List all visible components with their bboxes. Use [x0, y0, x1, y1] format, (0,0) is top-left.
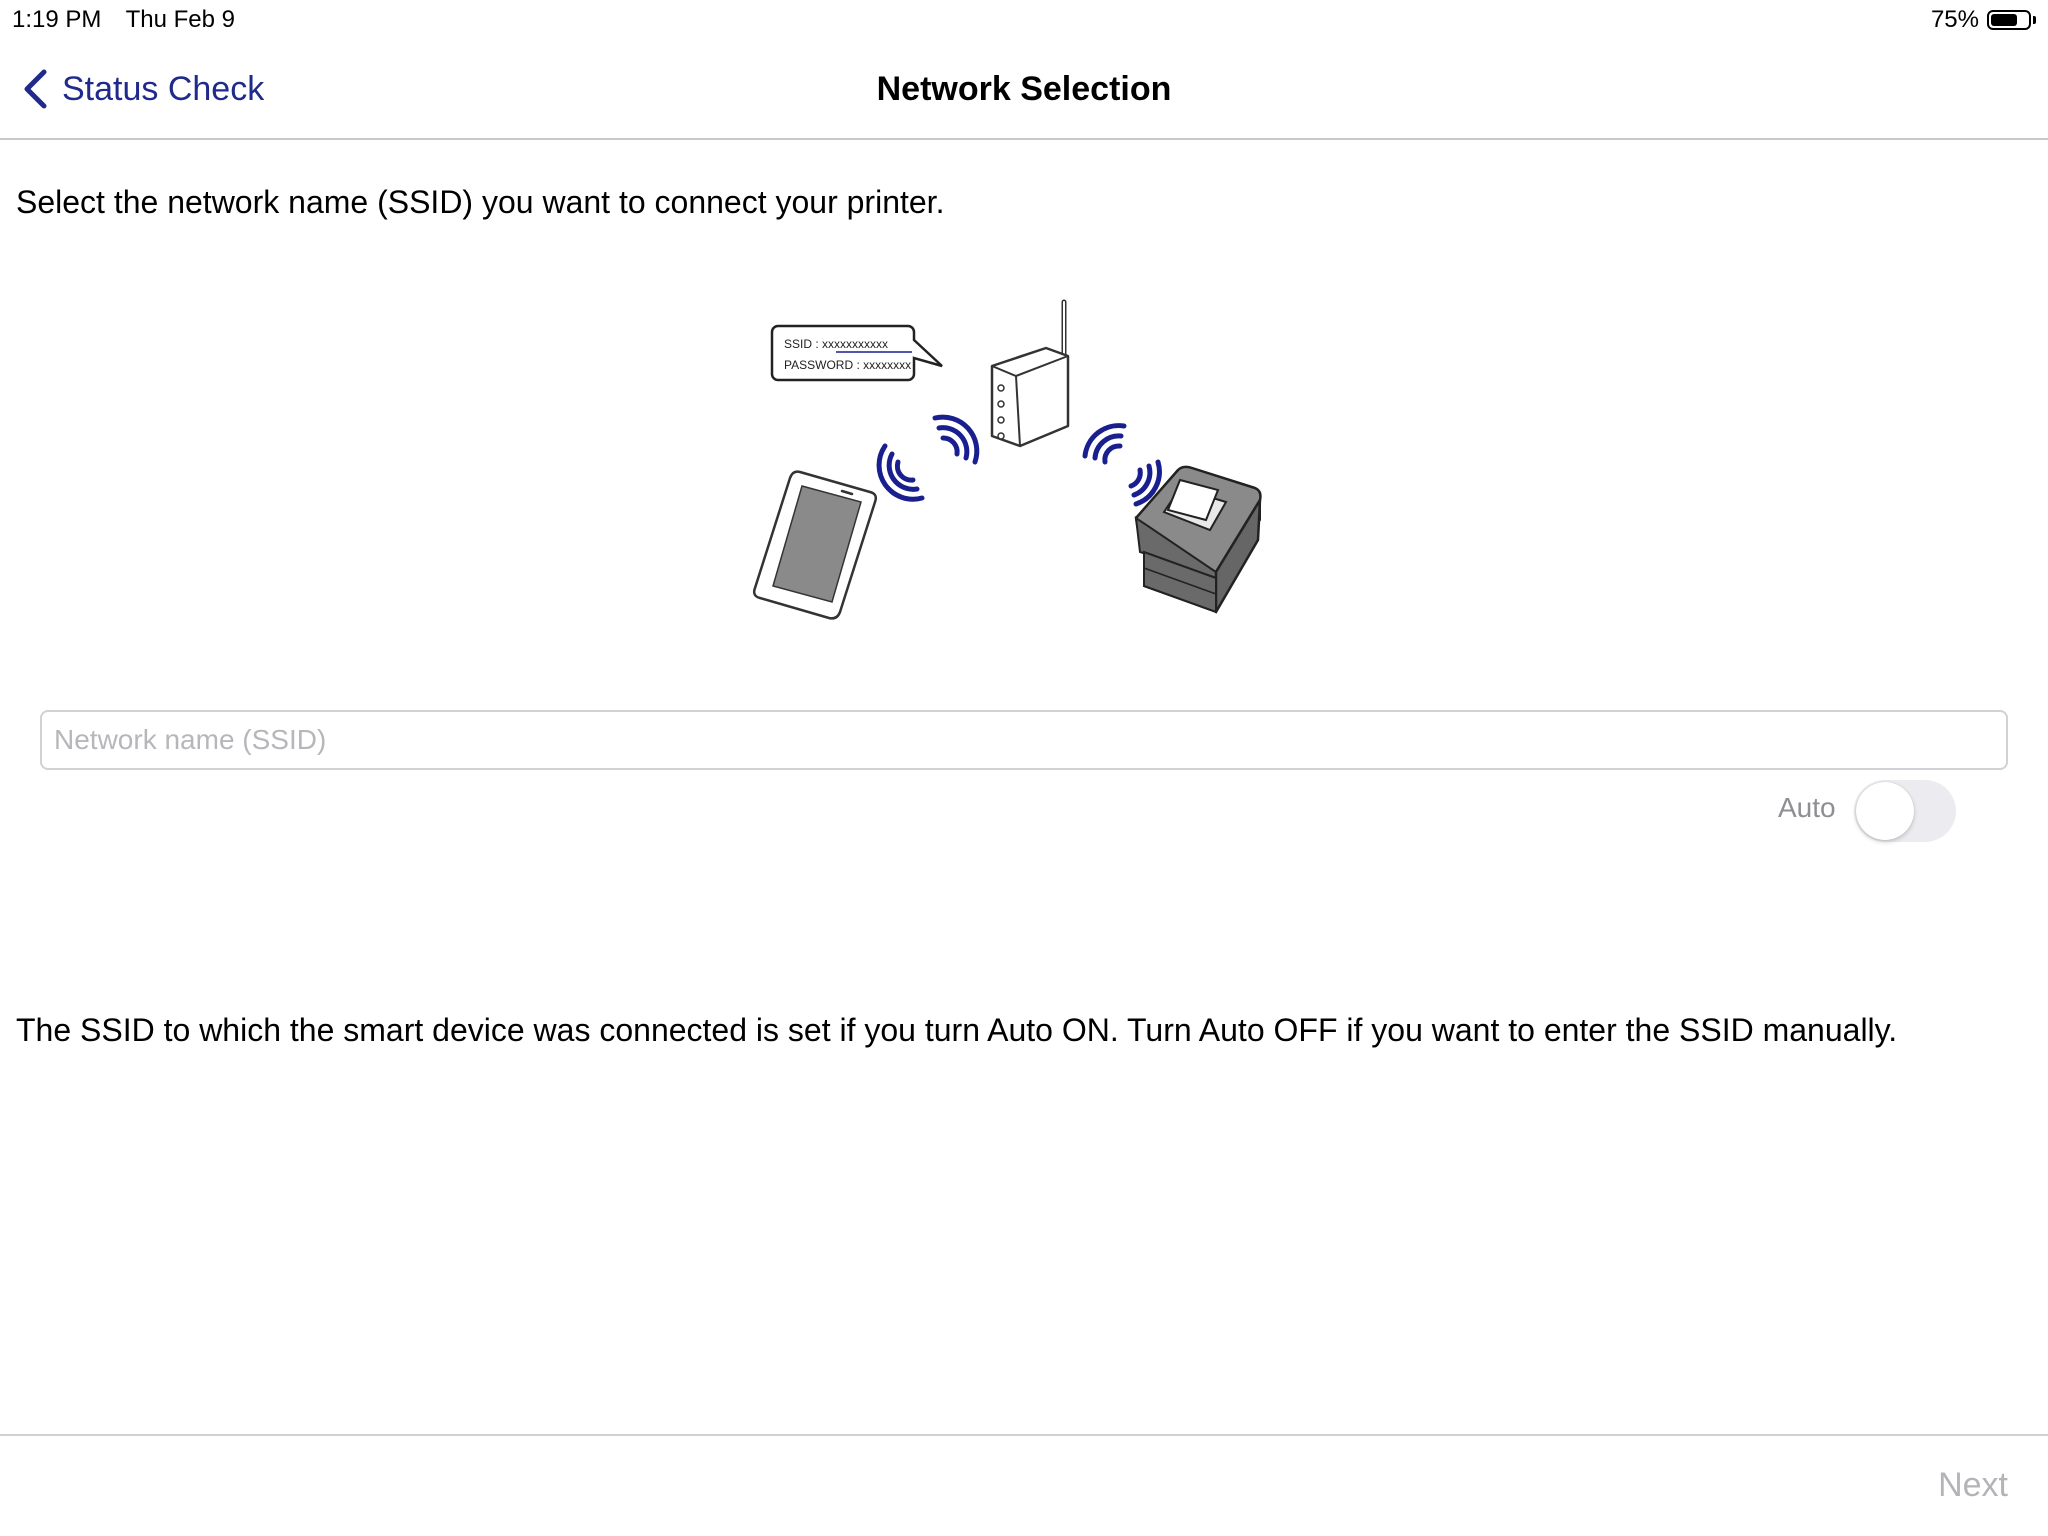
- status-time-date: 1:19 PM Thu Feb 9: [12, 6, 253, 34]
- battery-percent: 75%: [1930, 6, 1979, 33]
- navigation-bar: Status Check Network Selection: [0, 40, 2048, 140]
- router-icon: [990, 299, 1070, 448]
- wifi-signal-icon: [1082, 423, 1127, 465]
- wifi-signal-icon: [932, 414, 980, 465]
- page-title: Network Selection: [876, 70, 1172, 108]
- status-date: Thu Feb 9: [125, 6, 236, 33]
- tablet-icon: [752, 470, 878, 620]
- auto-toggle-knob: [1856, 782, 1914, 840]
- credentials-bubble: SSID : xxxxxxxxxxx PASSWORD : xxxxxxxx: [770, 324, 943, 382]
- wifi-signal-icon: [876, 443, 925, 502]
- bubble-ssid-text: SSID : xxxxxxxxxxx: [784, 337, 888, 351]
- help-text: The SSID to which the smart device was c…: [16, 1012, 1898, 1048]
- battery-fill: [1991, 14, 2017, 26]
- footer-bar: Next: [0, 1434, 2048, 1536]
- status-bar: 1:19 PM Thu Feb 9 75%: [0, 0, 2048, 40]
- bubble-password-text: PASSWORD : xxxxxxxx: [784, 358, 911, 372]
- next-button[interactable]: Next: [1938, 1466, 2008, 1505]
- battery-status: 75%: [1931, 6, 2036, 34]
- auto-toggle[interactable]: [1854, 780, 1956, 842]
- auto-label: Auto: [1778, 792, 1836, 823]
- status-time: 1:19 PM: [12, 6, 102, 33]
- instruction-text: Select the network name (SSID) you want …: [16, 184, 945, 220]
- ssid-input[interactable]: [40, 710, 2008, 770]
- network-setup-illustration: SSID : xxxxxxxxxxx PASSWORD : xxxxxxxx: [752, 299, 1262, 620]
- battery-icon: [1987, 10, 2031, 30]
- battery-tip: [2033, 16, 2036, 24]
